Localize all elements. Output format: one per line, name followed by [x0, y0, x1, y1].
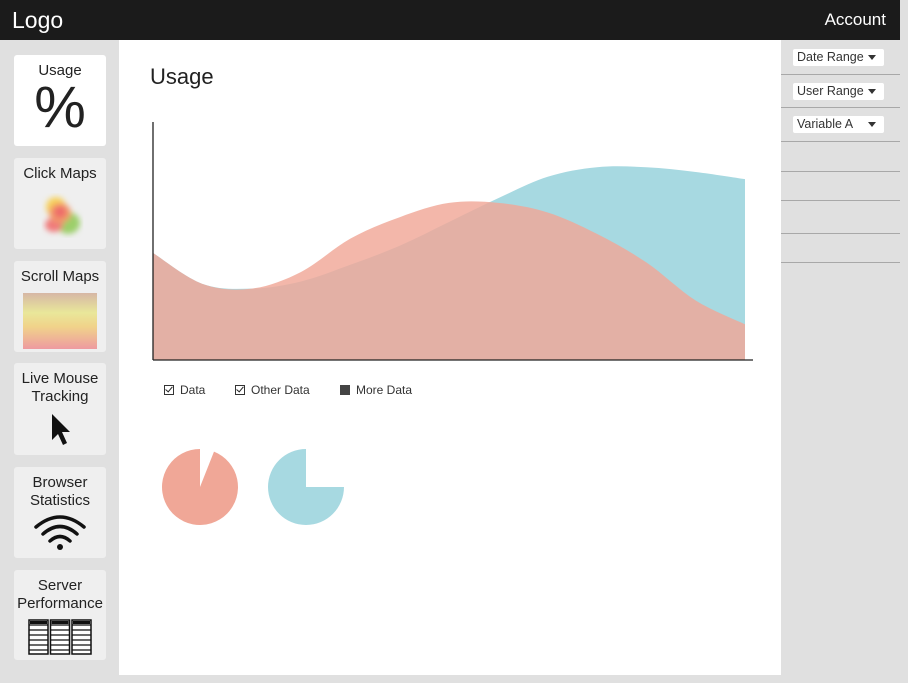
variable-a-dropdown[interactable]: Variable A: [793, 116, 884, 133]
sidebar-item-label: Live Mouse Tracking: [21, 370, 99, 405]
sidebar-item-live-mouse-tracking[interactable]: Live Mouse Tracking: [14, 363, 106, 455]
legend-label: More Data: [356, 383, 413, 397]
gradient-strip-icon: [23, 293, 97, 349]
percent-icon: %: [34, 75, 86, 140]
date-range-dropdown[interactable]: Date Range: [793, 49, 884, 66]
sidebar-item-browser-statistics[interactable]: Browser Statistics: [14, 467, 106, 558]
pie-charts: [162, 449, 344, 525]
sidebar-item-label: Server Performance: [17, 577, 103, 612]
legend-item-more-data[interactable]: More Data: [340, 383, 412, 397]
sidebar-item-usage[interactable]: Usage %: [14, 55, 106, 146]
sidebar: Usage % Click Maps Scroll Maps Live Mous…: [0, 40, 119, 683]
divider: [781, 74, 900, 75]
sidebar-item-label: Scroll Maps: [20, 268, 100, 285]
main-content: Usage Data Other Data More Data: [119, 40, 781, 675]
sidebar-item-scroll-maps[interactable]: Scroll Maps: [14, 261, 106, 352]
dropdown-label: User Range: [797, 84, 864, 98]
checkbox-data[interactable]: [164, 385, 174, 395]
account-link[interactable]: Account: [825, 10, 886, 30]
sidebar-item-server-performance[interactable]: Server Performance: [14, 570, 106, 660]
caret-down-icon: [868, 55, 876, 60]
heatmap-blob-icon: [45, 197, 80, 234]
sidebar-item-click-maps[interactable]: Click Maps: [14, 158, 106, 249]
checkbox-other-data[interactable]: [235, 385, 245, 395]
top-bar: Logo Account: [0, 0, 900, 40]
usage-area-chart: [152, 122, 753, 361]
checkbox-more-data[interactable]: [340, 385, 350, 395]
dropdown-label: Date Range: [797, 50, 864, 64]
divider: [781, 141, 900, 142]
pie-chart-1: [162, 449, 239, 525]
dropdown-label: Variable A: [797, 117, 854, 131]
legend-item-data[interactable]: Data: [164, 383, 205, 397]
legend-label: Data: [180, 383, 206, 397]
sidebar-item-label: Click Maps: [23, 165, 97, 182]
user-range-dropdown[interactable]: User Range: [793, 83, 884, 100]
legend-label: Other Data: [251, 383, 310, 397]
divider: [781, 200, 900, 201]
filter-panel: Date Range User Range Variable A: [781, 40, 900, 683]
divider: [781, 171, 900, 172]
divider: [781, 107, 900, 108]
server-rack-icon: [28, 619, 92, 655]
cursor-arrow-icon: [52, 414, 70, 445]
legend-item-other-data[interactable]: Other Data: [235, 383, 310, 397]
divider: [781, 233, 900, 234]
wifi-icon: [34, 515, 86, 550]
pie-chart-2: [268, 449, 344, 525]
divider: [781, 262, 900, 263]
caret-down-icon: [868, 89, 876, 94]
sidebar-item-label: Browser Statistics: [29, 474, 90, 509]
logo[interactable]: Logo: [12, 7, 63, 34]
caret-down-icon: [868, 122, 876, 127]
